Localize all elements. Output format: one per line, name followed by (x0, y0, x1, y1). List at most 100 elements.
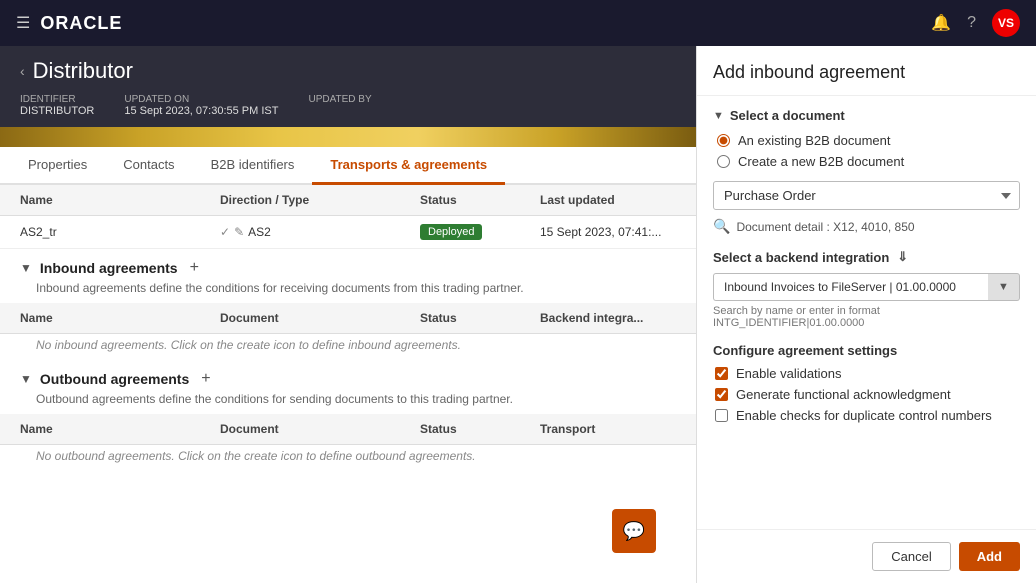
checkbox-duplicate-check-label: Enable checks for duplicate control numb… (736, 408, 992, 423)
inbound-description: Inbound agreements define the conditions… (0, 281, 696, 303)
main-layout: ‹ Distributor Identifier DISTRIBUTOR Upd… (0, 46, 1036, 583)
add-button[interactable]: Add (959, 542, 1020, 571)
search-icon: 🔍 (713, 218, 730, 235)
select-document-label: Select a document (730, 108, 845, 123)
avatar[interactable]: VS (992, 9, 1020, 37)
updated-on-value: 15 Sept 2023, 07:30:55 PM IST (124, 105, 278, 117)
edit-icon[interactable]: ✎ (234, 225, 244, 239)
checkbox-duplicate-check[interactable]: Enable checks for duplicate control numb… (715, 408, 1020, 423)
transport-name: AS2_tr (20, 225, 220, 239)
document-detail-row: 🔍 Document detail : X12, 4010, 850 (713, 218, 1020, 235)
tab-transports-agreements[interactable]: Transports & agreements (312, 147, 505, 185)
updated-on-label: Updated on (124, 94, 278, 105)
inbound-section-header: ▼ Inbound agreements + (0, 249, 696, 281)
outbound-description: Outbound agreements define the condition… (0, 392, 696, 414)
backend-section: Select a backend integration ⇓ (713, 249, 1020, 265)
outbound-section-header: ▼ Outbound agreements + (0, 360, 696, 392)
top-navbar: ☰ ORACLE 🔔 ? VS (0, 0, 1036, 46)
chat-button[interactable]: 💬 (612, 509, 656, 553)
page-title: Distributor (33, 58, 133, 84)
inbound-table-header: Name Document Status Backend integra... (0, 303, 696, 334)
help-icon[interactable]: ? (967, 14, 976, 32)
col-status: Status (420, 193, 540, 207)
inbound-col-status: Status (420, 311, 540, 325)
checkbox-enable-validations-label: Enable validations (736, 366, 842, 381)
table-row: AS2_tr ✓ ✎ AS2 Deployed 15 Sept 2023, 07… (0, 216, 696, 249)
radio-new-label: Create a new B2B document (738, 154, 904, 169)
outbound-toggle[interactable]: ▼ (20, 372, 32, 386)
radio-existing-label: An existing B2B document (738, 133, 890, 148)
transport-type: AS2 (248, 225, 271, 239)
inbound-empty-message: No inbound agreements. Click on the crea… (0, 334, 696, 360)
inbound-col-document: Document (220, 311, 420, 325)
back-button[interactable]: ‹ (20, 63, 25, 79)
transport-last-updated: 15 Sept 2023, 07:41:... (540, 225, 676, 239)
checkbox-enable-validations-input[interactable] (715, 367, 728, 380)
inbound-add-button[interactable]: + (190, 259, 199, 277)
configure-settings-label: Configure agreement settings (713, 343, 1020, 358)
inbound-col-name: Name (20, 311, 220, 325)
meta-updated-by: Updated by (308, 94, 371, 117)
radio-new-input[interactable] (717, 155, 730, 168)
col-name: Name (20, 193, 220, 207)
left-panel: ‹ Distributor Identifier DISTRIBUTOR Upd… (0, 46, 696, 583)
document-detail-text: Document detail : X12, 4010, 850 (736, 220, 914, 234)
backend-hint-text: Search by name or enter in format INTG_I… (713, 305, 1020, 329)
identifier-value: DISTRIBUTOR (20, 105, 94, 117)
check-icon[interactable]: ✓ (220, 225, 230, 239)
checkbox-duplicate-check-input[interactable] (715, 409, 728, 422)
col-direction-type: Direction / Type (220, 193, 420, 207)
checkbox-enable-validations[interactable]: Enable validations (715, 366, 1020, 381)
inbound-toggle[interactable]: ▼ (20, 261, 32, 275)
backend-integration-label: Select a backend integration (713, 250, 889, 265)
backend-input-row: ▼ (713, 273, 1020, 301)
document-radio-group: An existing B2B document Create a new B2… (717, 133, 1020, 169)
outbound-add-button[interactable]: + (201, 370, 210, 388)
outbound-table-header: Name Document Status Transport (0, 414, 696, 445)
tab-properties[interactable]: Properties (10, 147, 105, 185)
hamburger-icon[interactable]: ☰ (16, 13, 30, 33)
meta-updated-on: Updated on 15 Sept 2023, 07:30:55 PM IST (124, 94, 278, 117)
meta-identifier: Identifier DISTRIBUTOR (20, 94, 94, 117)
backend-input[interactable] (713, 273, 988, 301)
outbound-col-transport: Transport (540, 422, 676, 436)
updated-by-label: Updated by (308, 94, 371, 105)
select-document-section[interactable]: ▼ Select a document (713, 108, 1020, 123)
navbar-right: 🔔 ? VS (931, 9, 1020, 37)
document-dropdown[interactable]: Purchase Order Invoice Advance Ship Noti… (713, 181, 1020, 210)
identifier-label: Identifier (20, 94, 94, 105)
drawer-header: Add inbound agreement (697, 46, 1036, 96)
oracle-logo: ORACLE (40, 13, 122, 34)
drawer-body: ▼ Select a document An existing B2B docu… (697, 96, 1036, 529)
checkbox-functional-ack-label: Generate functional acknowledgment (736, 387, 951, 402)
drawer-footer: Cancel Add (697, 529, 1036, 583)
download-icon[interactable]: ⇓ (897, 249, 908, 265)
transports-table-header: Name Direction / Type Status Last update… (0, 185, 696, 216)
right-panel: Add inbound agreement ▼ Select a documen… (696, 46, 1036, 583)
meta-row: Identifier DISTRIBUTOR Updated on 15 Sep… (20, 94, 676, 127)
page-title-row: ‹ Distributor (20, 58, 676, 84)
banner-area (0, 127, 696, 147)
outbound-col-status: Status (420, 422, 540, 436)
col-last-updated: Last updated (540, 193, 676, 207)
select-doc-chevron-icon: ▼ (713, 110, 724, 122)
drawer-title: Add inbound agreement (713, 62, 1020, 83)
radio-existing-doc[interactable]: An existing B2B document (717, 133, 1020, 148)
bell-icon[interactable]: 🔔 (931, 13, 951, 33)
outbound-col-document: Document (220, 422, 420, 436)
checkbox-functional-ack[interactable]: Generate functional acknowledgment (715, 387, 1020, 402)
direction-cell: ✓ ✎ AS2 (220, 225, 420, 239)
radio-existing-input[interactable] (717, 134, 730, 147)
checkbox-group: Enable validations Generate functional a… (715, 366, 1020, 423)
radio-new-doc[interactable]: Create a new B2B document (717, 154, 1020, 169)
tab-contacts[interactable]: Contacts (105, 147, 192, 185)
content-area: Name Direction / Type Status Last update… (0, 185, 696, 471)
inbound-title: Inbound agreements (40, 260, 178, 276)
cancel-button[interactable]: Cancel (872, 542, 950, 571)
checkbox-functional-ack-input[interactable] (715, 388, 728, 401)
inbound-col-backend: Backend integra... (540, 311, 676, 325)
backend-dropdown-button[interactable]: ▼ (988, 273, 1020, 301)
tab-b2b-identifiers[interactable]: B2B identifiers (193, 147, 313, 185)
outbound-col-name: Name (20, 422, 220, 436)
navbar-left: ☰ ORACLE (16, 13, 122, 34)
